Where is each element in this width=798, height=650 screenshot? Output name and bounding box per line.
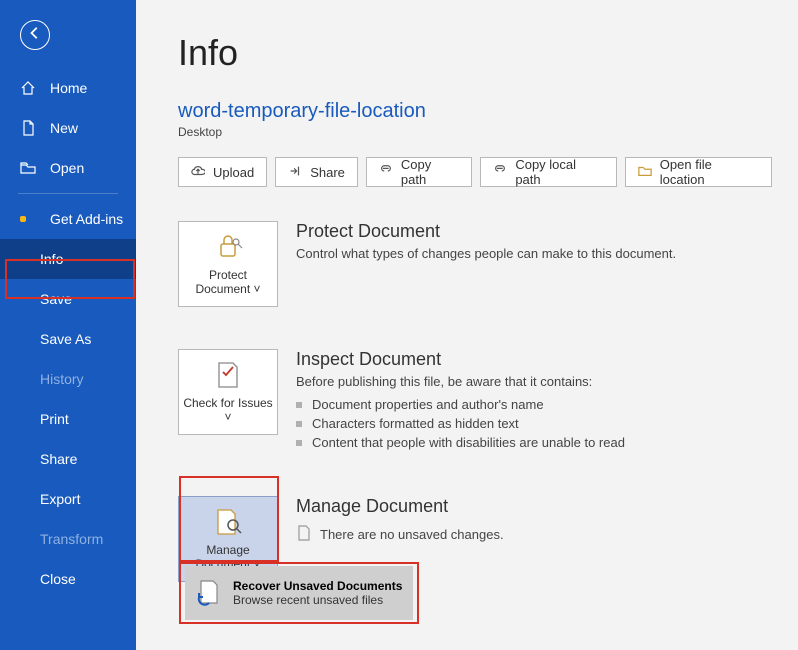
share-icon: [288, 164, 302, 181]
document-icon: [296, 525, 312, 544]
recover-doc-icon: [195, 579, 223, 607]
sidebar-divider: [18, 193, 118, 194]
sidebar-item-label: Save: [40, 291, 72, 307]
sidebar-item-new[interactable]: New: [0, 108, 136, 148]
copy-path-button[interactable]: Copy path: [366, 157, 472, 187]
sidebar-item-close[interactable]: Close: [0, 559, 136, 599]
lock-icon: [211, 232, 245, 262]
recover-unsaved-documents-item[interactable]: Recover Unsaved Documents Browse recent …: [185, 566, 413, 620]
home-icon: [20, 80, 36, 96]
sidebar-item-label: Home: [50, 80, 87, 96]
sidebar-item-home[interactable]: Home: [0, 68, 136, 108]
button-label: Open file location: [660, 157, 759, 187]
folder-open-icon: [20, 160, 36, 176]
document-check-icon: [211, 360, 245, 390]
no-changes-text: There are no unsaved changes.: [320, 527, 504, 542]
section-body: Inspect Document Before publishing this …: [296, 349, 625, 454]
sidebar-item-save[interactable]: Save: [0, 279, 136, 319]
section-desc: Control what types of changes people can…: [296, 246, 676, 261]
sidebar-item-info[interactable]: Info: [0, 239, 136, 279]
protect-document-tile[interactable]: Protect Document ˅: [178, 221, 278, 307]
sidebar-item-print[interactable]: Print: [0, 399, 136, 439]
sidebar-item-label: New: [50, 120, 78, 136]
recover-title: Recover Unsaved Documents: [233, 579, 402, 593]
sidebar-item-label: Share: [40, 451, 77, 467]
sidebar-item-open[interactable]: Open: [0, 148, 136, 188]
addins-dot-icon: [20, 216, 26, 222]
upload-icon: [191, 164, 205, 181]
button-label: Copy path: [401, 157, 459, 187]
sidebar-item-transform: Transform: [0, 519, 136, 559]
sidebar-item-label: History: [40, 371, 84, 387]
sidebar-item-label: Print: [40, 411, 69, 427]
recover-subtitle: Browse recent unsaved files: [233, 593, 402, 607]
recover-text: Recover Unsaved Documents Browse recent …: [233, 579, 402, 607]
list-item: Content that people with disabilities ar…: [296, 435, 625, 450]
page-title: Info: [178, 32, 772, 74]
upload-button[interactable]: Upload: [178, 157, 267, 187]
sidebar-item-label: Info: [40, 251, 63, 267]
button-label: Upload: [213, 165, 254, 180]
folder-icon: [638, 164, 652, 181]
document-location: Desktop: [178, 125, 772, 139]
sidebar-item-label: Transform: [40, 531, 103, 547]
document-search-icon: [211, 507, 245, 537]
sidebar-item-label: Open: [50, 160, 84, 176]
sidebar-item-label: Get Add-ins: [50, 211, 123, 227]
list-item: Characters formatted as hidden text: [296, 416, 625, 431]
main-panel: Info word-temporary-file-location Deskto…: [136, 0, 798, 650]
arrow-left-icon: [28, 26, 42, 45]
sidebar-item-history: History: [0, 359, 136, 399]
share-button[interactable]: Share: [275, 157, 358, 187]
check-for-issues-tile[interactable]: Check for Issues ˅: [178, 349, 278, 435]
sidebar-item-save-as[interactable]: Save As: [0, 319, 136, 359]
section-desc: Before publishing this file, be aware th…: [296, 374, 625, 389]
section-title: Manage Document: [296, 496, 504, 517]
sidebar: Home New Open Get Add-ins Info Save Save…: [0, 0, 136, 650]
sidebar-item-label: Save As: [40, 331, 91, 347]
document-title[interactable]: word-temporary-file-location: [178, 100, 772, 123]
action-button-row: Upload Share Copy path Copy local path O…: [178, 157, 772, 187]
new-doc-icon: [20, 120, 36, 136]
button-label: Share: [310, 165, 345, 180]
list-item: Document properties and author's name: [296, 397, 625, 412]
section-title: Protect Document: [296, 221, 676, 242]
sidebar-item-get-addins[interactable]: Get Add-ins: [0, 199, 136, 239]
protect-document-section: Protect Document ˅ Protect Document Cont…: [178, 221, 772, 307]
link-icon: [493, 164, 507, 181]
inspect-document-section: Check for Issues ˅ Inspect Document Befo…: [178, 349, 772, 454]
no-unsaved-changes: There are no unsaved changes.: [296, 525, 504, 544]
tile-label: Check for Issues ˅: [183, 396, 273, 425]
open-file-location-button[interactable]: Open file location: [625, 157, 772, 187]
tile-label: Protect Document ˅: [183, 268, 273, 297]
inspect-bullet-list: Document properties and author's name Ch…: [296, 397, 625, 450]
section-body: Protect Document Control what types of c…: [296, 221, 676, 307]
section-title: Inspect Document: [296, 349, 625, 370]
link-icon: [379, 164, 393, 181]
sidebar-item-label: Export: [40, 491, 80, 507]
copy-local-path-button[interactable]: Copy local path: [480, 157, 616, 187]
sidebar-item-share[interactable]: Share: [0, 439, 136, 479]
button-label: Copy local path: [515, 157, 603, 187]
back-button[interactable]: [20, 20, 50, 50]
sidebar-item-export[interactable]: Export: [0, 479, 136, 519]
sidebar-item-label: Close: [40, 571, 76, 587]
